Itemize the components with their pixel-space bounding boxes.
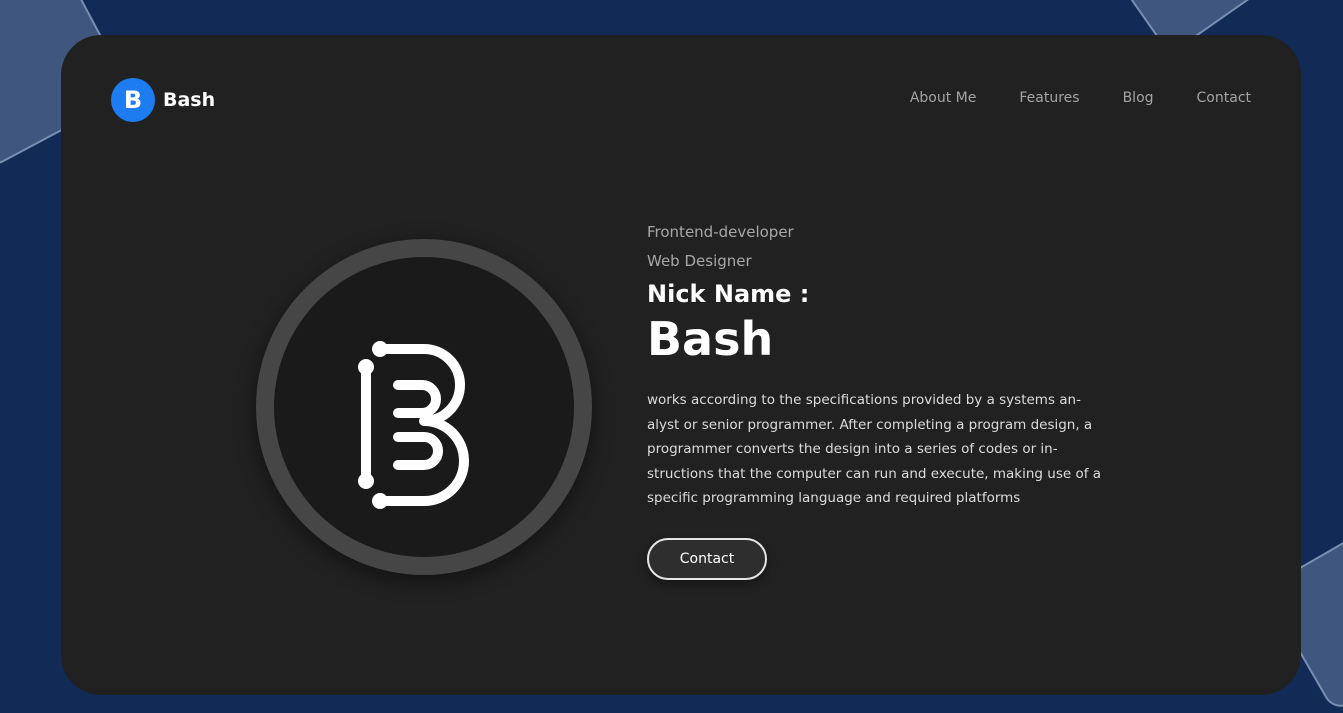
contact-button[interactable]: Contact (647, 537, 767, 580)
brand-name: Bash (163, 89, 216, 111)
nav-link-about-me[interactable]: About Me (910, 90, 977, 106)
nickname: Bash (647, 312, 774, 366)
brand-logo[interactable]: B Bash (111, 78, 215, 122)
top-nav: About Me Features Blog Contact (910, 90, 1251, 106)
nav-link-features[interactable]: Features (1019, 90, 1079, 106)
hero-description: works according to the specifications pr… (647, 392, 1102, 506)
role-frontend: Frontend-developer (647, 223, 794, 241)
b-logo-icon (358, 341, 469, 509)
avatar-image (274, 257, 574, 557)
nav-link-blog[interactable]: Blog (1123, 90, 1154, 106)
main-card: B Bash About Me Features Blog Contact Fr… (61, 35, 1301, 695)
brand-badge: B (111, 78, 155, 122)
nickname-label: Nick Name : (647, 280, 810, 308)
role-designer: Web Designer (647, 252, 752, 270)
hero-section: Frontend-developer Web Designer Nick Nam… (647, 218, 1117, 580)
nav-link-contact[interactable]: Contact (1197, 90, 1251, 106)
avatar (256, 239, 592, 575)
